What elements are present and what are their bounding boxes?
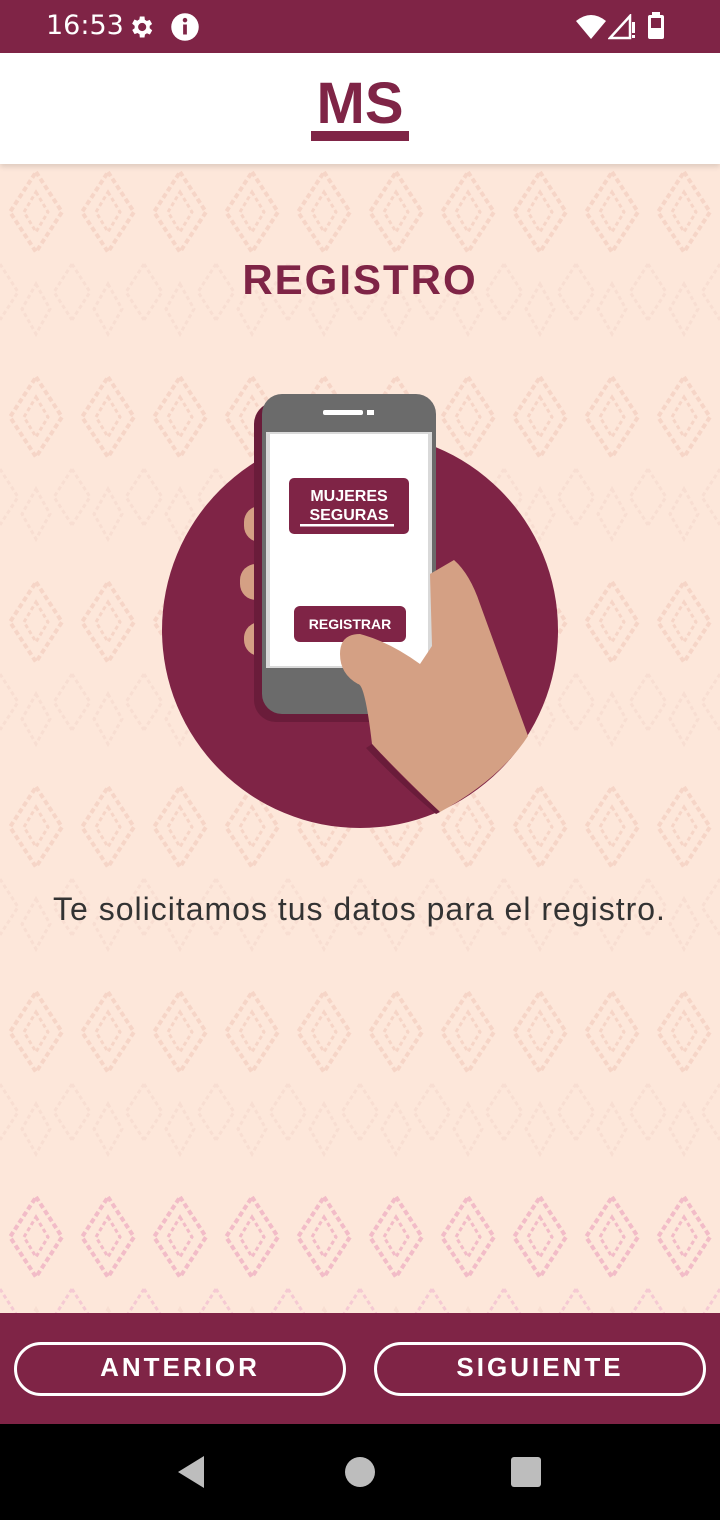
previous-button[interactable]: ANTERIOR (14, 1342, 346, 1396)
logo-text: MS (317, 73, 404, 136)
recents-icon[interactable] (510, 1456, 542, 1488)
footer-nav: ANTERIOR SIGUIENTE (0, 1313, 720, 1424)
back-icon[interactable] (174, 1454, 210, 1490)
app-logo: MS (311, 73, 409, 141)
wifi-icon (576, 15, 606, 39)
info-icon (171, 13, 199, 41)
next-button[interactable]: SIGUIENTE (374, 1342, 706, 1396)
home-icon[interactable] (344, 1456, 376, 1488)
status-time: 16:53 (46, 10, 124, 41)
phone-illustration: MUJERES SEGURAS REGISTRAR (162, 394, 558, 828)
status-bar: 16:53 (0, 0, 720, 53)
illustration-register-button: REGISTRAR (309, 616, 391, 632)
settings-icon (132, 16, 153, 38)
main-content: REGISTRO MUJERES SEGURAS REGISTRAR Te so… (0, 164, 720, 1313)
app-header: MS (0, 53, 720, 164)
signal-icon (608, 14, 635, 40)
page-title: REGISTRO (242, 256, 478, 303)
system-nav-bar (0, 1424, 720, 1520)
battery-icon (648, 12, 664, 39)
illustration-app-name-1: MUJERES (310, 488, 388, 505)
illustration-app-name-2: SEGURAS (309, 507, 388, 524)
registration-message: Te solicitamos tus datos para el registr… (53, 891, 666, 927)
